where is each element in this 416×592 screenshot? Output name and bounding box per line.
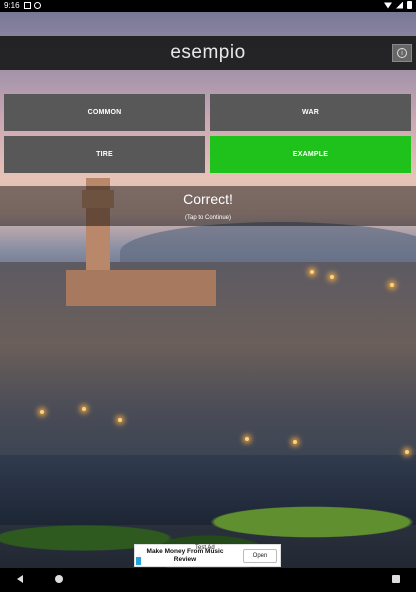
page-title: esempio: [170, 42, 246, 63]
battery-icon: [407, 1, 412, 9]
answer-grid: COMMON WAR TIRE EXAMPLE: [4, 94, 412, 173]
answer-button-correct[interactable]: EXAMPLE: [210, 136, 411, 173]
wifi-icon: [384, 2, 392, 9]
title-bar: esempio i: [0, 36, 416, 70]
result-panel[interactable]: Correct! (Tap to Continue): [0, 186, 416, 226]
status-bar: 9:16: [0, 0, 416, 12]
answer-button[interactable]: COMMON: [4, 94, 205, 131]
info-button[interactable]: i: [392, 44, 412, 62]
navigation-bar: [0, 568, 416, 592]
ad-banner[interactable]: Test Ad Make Money From Music Review Ope…: [134, 544, 281, 567]
signal-icon: [396, 1, 403, 9]
result-message: Correct!: [183, 191, 233, 207]
ad-open-button[interactable]: Open: [243, 549, 277, 563]
info-icon: i: [397, 48, 407, 58]
answer-button[interactable]: TIRE: [4, 136, 205, 173]
notification-icon: [24, 2, 31, 9]
back-icon[interactable]: [17, 575, 23, 583]
background-palace: [66, 270, 216, 306]
home-icon[interactable]: [55, 575, 63, 583]
status-time: 9:16: [4, 1, 20, 10]
ad-text: Make Money From Music Review: [146, 548, 224, 563]
recents-icon[interactable]: [392, 575, 400, 583]
answer-button[interactable]: WAR: [210, 94, 411, 131]
continue-hint: (Tap to Continue): [184, 215, 232, 221]
background-image: [0, 0, 416, 592]
notification-icon: [34, 2, 41, 9]
